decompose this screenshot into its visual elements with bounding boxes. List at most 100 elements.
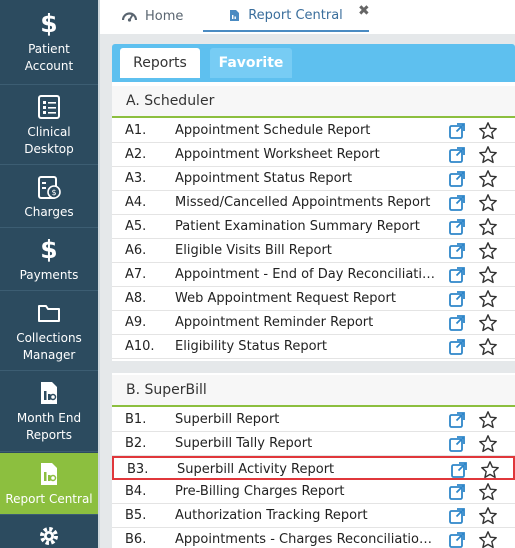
content-area: Reports Favorite A. Scheduler A1. Appointm… <box>100 34 515 548</box>
report-name-link[interactable]: Eligibility Status Report <box>175 339 437 354</box>
tab-home[interactable]: Home <box>122 0 183 32</box>
report-name-link[interactable]: Appointment Schedule Report <box>175 123 437 138</box>
report-number: A5. <box>125 219 147 234</box>
sidebar-item-settings[interactable] <box>0 516 98 548</box>
report-row[interactable]: A8. Web Appointment Request Report <box>112 287 515 311</box>
report-number: A1. <box>125 123 147 138</box>
report-row[interactable]: B1. Superbill Report <box>112 408 515 432</box>
open-external-icon[interactable] <box>448 146 466 164</box>
report-name-link[interactable]: Appointment Worksheet Report <box>175 147 437 162</box>
report-number: B4. <box>125 484 147 499</box>
open-external-icon[interactable] <box>448 290 466 308</box>
report-name-link[interactable]: Appointment Reminder Report <box>175 315 437 330</box>
panel-tab-bar: Reports Favorite <box>112 44 515 82</box>
sidebar-item-charges[interactable]: $ Charges <box>0 166 98 228</box>
open-external-icon[interactable] <box>448 122 466 140</box>
report-row[interactable]: B6. Appointments - Charges Reconciliation… <box>112 528 515 548</box>
favorite-star-icon[interactable] <box>478 121 498 141</box>
report-row[interactable]: A3. Appointment Status Report <box>112 167 515 191</box>
open-external-icon[interactable] <box>448 507 466 525</box>
report-row[interactable]: A5. Patient Examination Summary Report <box>112 215 515 239</box>
report-number: A4. <box>125 195 147 210</box>
favorite-star-icon[interactable] <box>478 241 498 261</box>
report-number: A8. <box>125 291 147 306</box>
report-name-link[interactable]: Eligible Visits Bill Report <box>175 243 437 258</box>
report-list: A. Scheduler A1. Appointment Schedule Repo… <box>112 82 515 548</box>
favorite-star-icon[interactable] <box>478 265 498 285</box>
report-row[interactable]: A9. Appointment Reminder Report <box>112 311 515 335</box>
report-row[interactable]: A7. Appointment - End of Day Reconciliati… <box>112 263 515 287</box>
sidebar-item-patient-account[interactable]: $ Patient Account <box>0 0 98 85</box>
open-external-icon[interactable] <box>448 242 466 260</box>
open-external-icon[interactable] <box>448 338 466 356</box>
favorite-star-icon[interactable] <box>478 506 498 526</box>
favorite-star-icon[interactable] <box>478 410 498 430</box>
report-number: A7. <box>125 267 147 282</box>
section-separator <box>112 361 515 373</box>
favorite-star-icon[interactable] <box>478 193 498 213</box>
open-external-icon[interactable] <box>448 170 466 188</box>
open-external-icon[interactable] <box>448 531 466 548</box>
open-external-icon[interactable] <box>448 266 466 284</box>
sidebar-item-report-central[interactable]: Report Central <box>0 453 98 515</box>
open-external-icon[interactable] <box>450 461 468 479</box>
report-name-link[interactable]: Pre-Billing Charges Report <box>175 484 437 499</box>
sidebar-item-label: Patient Account <box>24 41 74 73</box>
favorite-star-icon[interactable] <box>478 482 498 502</box>
open-external-icon[interactable] <box>448 483 466 501</box>
report-row[interactable]: A2. Appointment Worksheet Report <box>112 143 515 167</box>
report-row[interactable]: B5. Authorization Tracking Report <box>112 504 515 528</box>
favorite-star-icon[interactable] <box>478 434 498 454</box>
sidebar-item-label: Payments <box>19 267 79 282</box>
report-number: B6. <box>125 532 147 547</box>
report-row[interactable]: B2. Superbill Tally Report <box>112 432 515 456</box>
dollar-icon: $ <box>40 234 58 264</box>
favorite-star-icon[interactable] <box>478 169 498 189</box>
report-name-link[interactable]: Missed/Cancelled Appointments Report <box>175 195 437 210</box>
tab-report-central[interactable]: Report Central <box>203 0 369 32</box>
report-row[interactable]: B4. Pre-Billing Charges Report <box>112 480 515 504</box>
dollar-icon: $ <box>40 8 58 38</box>
favorite-star-icon[interactable] <box>478 145 498 165</box>
open-external-icon[interactable] <box>448 194 466 212</box>
report-file-icon <box>229 9 240 22</box>
report-file-icon <box>38 460 60 488</box>
favorite-star-icon[interactable] <box>480 460 500 480</box>
close-tab-icon[interactable]: ✖ <box>358 3 370 19</box>
sidebar-item-collections-manager[interactable]: Collections Manager <box>0 292 98 371</box>
report-name-link[interactable]: Superbill Report <box>175 412 437 427</box>
report-name-link[interactable]: Appointments - Charges Reconciliation R.… <box>175 532 437 547</box>
report-row[interactable]: A4. Missed/Cancelled Appointments Report <box>112 191 515 215</box>
report-name-link[interactable]: Web Appointment Request Report <box>175 291 437 306</box>
sidebar-item-payments[interactable]: $ Payments <box>0 229 98 291</box>
section-header: B. SuperBill <box>112 375 515 407</box>
favorite-star-icon[interactable] <box>478 217 498 237</box>
sidebar-item-label: Clinical Desktop <box>24 124 74 156</box>
sidebar-item-month-end-reports[interactable]: Month End Reports <box>0 372 98 452</box>
favorite-star-icon[interactable] <box>478 313 498 333</box>
report-name-link[interactable]: Appointment Status Report <box>175 171 437 186</box>
report-row[interactable]: B3. Superbill Activity Report <box>112 456 515 480</box>
favorite-star-icon[interactable] <box>478 337 498 357</box>
report-name-link[interactable]: Superbill Activity Report <box>177 462 439 477</box>
tab-report-central-label: Report Central <box>248 7 343 23</box>
report-name-link[interactable]: Authorization Tracking Report <box>175 508 437 523</box>
tab-reports[interactable]: Reports <box>120 48 200 78</box>
favorite-star-icon[interactable] <box>478 530 498 548</box>
report-row[interactable]: A6. Eligible Visits Bill Report <box>112 239 515 263</box>
open-external-icon[interactable] <box>448 435 466 453</box>
open-external-icon[interactable] <box>448 218 466 236</box>
report-number: B3. <box>127 462 149 477</box>
report-row[interactable]: A10. Eligibility Status Report <box>112 335 515 359</box>
charges-icon: $ <box>37 173 61 201</box>
tab-favorite[interactable]: Favorite <box>210 48 292 78</box>
open-external-icon[interactable] <box>448 411 466 429</box>
report-name-link[interactable]: Patient Examination Summary Report <box>175 219 437 234</box>
report-name-link[interactable]: Appointment - End of Day Reconciliation … <box>175 267 437 282</box>
favorite-star-icon[interactable] <box>478 289 498 309</box>
open-external-icon[interactable] <box>448 314 466 332</box>
report-number: A6. <box>125 243 147 258</box>
sidebar-item-clinical-desktop[interactable]: Clinical Desktop <box>0 86 98 165</box>
report-row[interactable]: A1. Appointment Schedule Report <box>112 119 515 143</box>
report-name-link[interactable]: Superbill Tally Report <box>175 436 437 451</box>
